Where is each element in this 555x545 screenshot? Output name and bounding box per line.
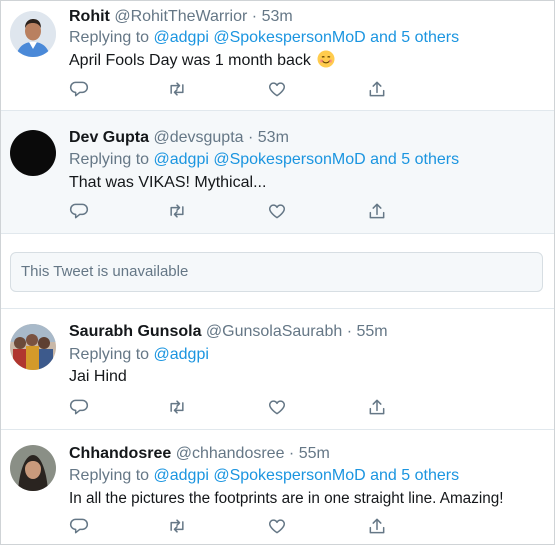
smiling-face-emoji	[317, 50, 335, 74]
tweet-text: Jai Hind	[69, 367, 127, 387]
replying-to: Replying to @adgpi	[69, 345, 209, 365]
reply-icon[interactable]	[69, 516, 89, 536]
tweet-header: Saurabh Gunsola @GunsolaSaurabh · 55m	[69, 322, 388, 342]
user-handle[interactable]: @devsgupta	[153, 129, 243, 146]
others-link[interactable]: and 5 others	[370, 29, 459, 46]
mention-links[interactable]: @adgpi @SpokespersonMoD	[154, 29, 366, 46]
tweet-header: Dev Gupta @devsgupta · 53m	[69, 128, 289, 148]
share-icon[interactable]	[367, 201, 387, 221]
like-icon[interactable]	[267, 397, 287, 417]
replying-prefix: Replying to	[69, 467, 150, 484]
tweet-text: That was VIKAS! Mythical...	[69, 173, 266, 193]
mention-links[interactable]: @adgpi @SpokespersonMoD	[154, 467, 366, 484]
share-icon[interactable]	[367, 79, 387, 99]
tweet-actions	[69, 397, 389, 417]
replying-prefix: Replying to	[69, 151, 150, 168]
unavailable-text: This Tweet is unavailable	[21, 263, 189, 280]
tweet-text-content: April Fools Day was 1 month back	[69, 52, 311, 69]
retweet-icon[interactable]	[167, 79, 187, 99]
tweet-actions	[69, 201, 389, 221]
replying-prefix: Replying to	[69, 29, 150, 46]
tweet-divider	[1, 233, 554, 234]
tweet-text-content: Jai Hind	[69, 368, 127, 385]
tweet-text: In all the pictures the footprints are i…	[69, 489, 504, 509]
tweet-header: Rohit @RohitTheWarrior · 53m	[69, 7, 293, 27]
tweet-text: April Fools Day was 1 month back	[69, 50, 335, 74]
separator-dot: ·	[251, 8, 258, 25]
unavailable-tweet-notice: This Tweet is unavailable	[10, 252, 543, 292]
display-name[interactable]: Rohit	[69, 8, 110, 25]
reply-icon[interactable]	[69, 201, 89, 221]
replying-prefix: Replying to	[69, 346, 150, 363]
retweet-icon[interactable]	[167, 201, 187, 221]
reply-icon[interactable]	[69, 397, 89, 417]
like-icon[interactable]	[267, 516, 287, 536]
user-handle[interactable]: @RohitTheWarrior	[114, 8, 247, 25]
timestamp[interactable]: 53m	[258, 129, 289, 146]
tweet-text-content: That was VIKAS! Mythical...	[69, 174, 267, 191]
share-icon[interactable]	[367, 397, 387, 417]
avatar[interactable]	[10, 130, 56, 176]
replying-to: Replying to @adgpi @SpokespersonMoD and …	[69, 466, 459, 486]
retweet-icon[interactable]	[167, 516, 187, 536]
timestamp[interactable]: 55m	[299, 445, 330, 462]
user-handle[interactable]: @GunsolaSaurabh	[206, 323, 342, 340]
tweet-text-content: In all the pictures the footprints are i…	[69, 490, 504, 507]
user-handle[interactable]: @chhandosree	[176, 445, 285, 462]
separator-dot: ·	[288, 445, 295, 462]
display-name[interactable]: Saurabh Gunsola	[69, 323, 201, 340]
tweet-actions	[69, 516, 389, 536]
separator-dot: ·	[346, 323, 353, 340]
others-link[interactable]: and 5 others	[370, 151, 459, 168]
avatar[interactable]	[10, 445, 56, 491]
display-name[interactable]: Chhandosree	[69, 445, 171, 462]
share-icon[interactable]	[367, 516, 387, 536]
tweet-actions	[69, 79, 389, 99]
timestamp[interactable]: 55m	[356, 323, 387, 340]
replying-to: Replying to @adgpi @SpokespersonMoD and …	[69, 28, 459, 48]
avatar[interactable]	[10, 11, 56, 57]
mention-links[interactable]: @adgpi @SpokespersonMoD	[154, 151, 366, 168]
timestamp[interactable]: 53m	[262, 8, 293, 25]
replying-to: Replying to @adgpi @SpokespersonMoD and …	[69, 150, 459, 170]
display-name[interactable]: Dev Gupta	[69, 129, 149, 146]
reply-icon[interactable]	[69, 79, 89, 99]
like-icon[interactable]	[267, 201, 287, 221]
others-link[interactable]: and 5 others	[370, 467, 459, 484]
mention-links[interactable]: @adgpi	[154, 346, 209, 363]
tweet-header: Chhandosree @chhandosree · 55m	[69, 444, 330, 464]
like-icon[interactable]	[267, 79, 287, 99]
avatar[interactable]	[10, 324, 56, 370]
separator-dot: ·	[248, 129, 254, 146]
retweet-icon[interactable]	[167, 397, 187, 417]
